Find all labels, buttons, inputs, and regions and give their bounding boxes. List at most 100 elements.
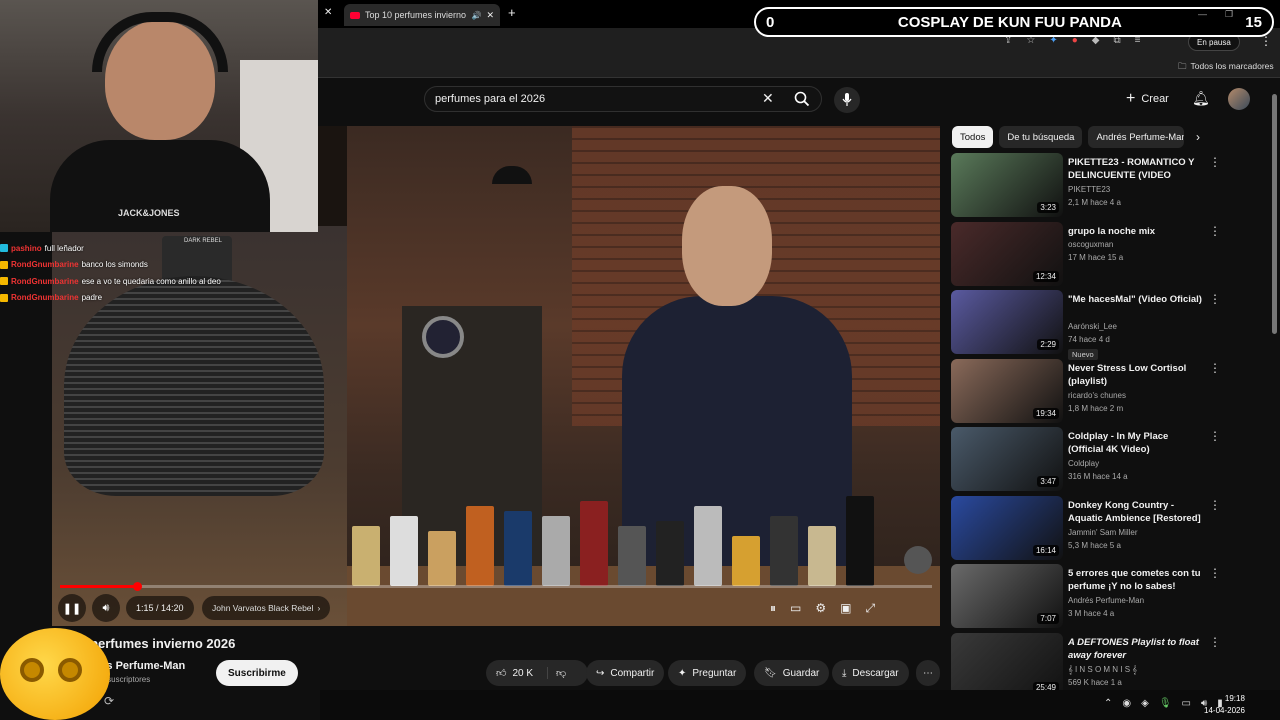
volume-button[interactable]: 🔊︎ xyxy=(92,594,120,622)
recommended-channel[interactable]: oscoguxman xyxy=(1068,240,1113,249)
recommended-channel[interactable]: Aarónski_Lee xyxy=(1068,322,1117,331)
captions-icon[interactable]: ▭ xyxy=(790,601,801,615)
recommended-channel[interactable]: Coldplay xyxy=(1068,459,1099,468)
streamer-webcam: JACK&JONES xyxy=(0,0,318,232)
all-bookmarks-folder[interactable]: 🗀 Todos los marcadores xyxy=(1178,61,1274,75)
more-options-icon[interactable]: ⋮ xyxy=(1209,566,1221,580)
mute-tab-icon[interactable]: 🔊 xyxy=(471,11,481,20)
more-options-icon[interactable]: ⋮ xyxy=(1209,224,1221,238)
discord-icon[interactable]: ◉ xyxy=(1122,698,1131,709)
window-controls[interactable]: — ❐ xyxy=(1198,9,1233,20)
video-thumbnail[interactable]: 3:47 xyxy=(951,427,1063,491)
perfume-bottle xyxy=(542,516,570,586)
video-thumbnail[interactable]: 16:14 xyxy=(951,496,1063,560)
more-options-icon[interactable]: ⋮ xyxy=(1209,429,1221,443)
subscribe-button[interactable]: Suscribirme xyxy=(216,660,298,686)
overlay-right-counter: 15 xyxy=(1245,13,1262,31)
recommended-title[interactable]: Donkey Kong Country - Aquatic Ambience [… xyxy=(1068,499,1206,526)
recommended-channel[interactable]: Jammin' Sam Miller xyxy=(1068,528,1138,537)
video-thumbnail[interactable]: 7:07 xyxy=(951,564,1063,628)
more-actions-button[interactable]: ⋯ xyxy=(916,660,940,686)
recommended-title[interactable]: Coldplay - In My Place (Official 4K Vide… xyxy=(1068,430,1206,456)
settings-gear-icon[interactable]: ⚙︎ xyxy=(815,601,826,615)
minimize-icon[interactable]: — xyxy=(1198,9,1207,20)
clear-search-icon[interactable]: ✕ xyxy=(762,90,774,107)
new-tab-icon[interactable]: + xyxy=(508,5,516,20)
video-duration: 19:34 xyxy=(1032,408,1059,419)
notifications-bell-icon[interactable]: 🔔︎ xyxy=(1192,90,1210,107)
download-button[interactable]: ⤓ Descargar xyxy=(832,660,909,686)
thumbs-down-icon[interactable]: 👎︎ xyxy=(547,667,566,679)
like-count[interactable]: 20 K xyxy=(512,668,533,679)
video-thumbnail[interactable]: 3:23 xyxy=(951,153,1063,217)
recommended-meta: 3 M hace 4 a xyxy=(1068,609,1115,618)
miniplayer-icon[interactable]: ▣ xyxy=(840,601,851,615)
recommended-video[interactable]: 12:34 grupo la noche mix oscoguxman 17 M ha… xyxy=(951,222,1223,286)
more-options-icon[interactable]: ⋮ xyxy=(1209,635,1221,649)
recommended-video[interactable]: 25:49 A DEFTONES Playlist to float away f… xyxy=(951,633,1223,697)
black-rebel-bottle xyxy=(64,276,324,496)
perfume-bottle xyxy=(580,501,608,586)
pause-button[interactable]: ❚❚ xyxy=(58,594,86,622)
recommended-video[interactable]: 2:29 "Me hacesMal" (Video Oficial) Aarónsk… xyxy=(951,290,1223,360)
recommended-video[interactable]: 3:23 PIKETTE23 - ROMANTICO Y DELINCUENTE … xyxy=(951,153,1223,217)
create-button[interactable]: + Crear xyxy=(1126,88,1169,110)
video-thumbnail[interactable]: 12:34 xyxy=(951,222,1063,286)
perfume-bottle xyxy=(656,521,684,586)
scrollbar[interactable] xyxy=(1272,94,1277,334)
autoplay-toggle[interactable]: ⏸︎ xyxy=(770,601,776,616)
account-avatar[interactable] xyxy=(1228,88,1250,110)
share-button[interactable]: ↪ Compartir xyxy=(586,660,665,686)
close-window-icon[interactable]: ✕ xyxy=(324,7,332,18)
video-thumbnail[interactable]: 25:49 xyxy=(951,633,1063,697)
chat-message xyxy=(0,228,320,240)
recommended-title[interactable]: "Me hacesMal" (Video Oficial) xyxy=(1068,293,1206,306)
app-icon[interactable]: ◈ xyxy=(1141,698,1149,709)
fullscreen-icon[interactable]: ⤢ xyxy=(865,601,875,616)
recommended-channel[interactable]: ricardo's chunes xyxy=(1068,391,1126,400)
ask-label: Preguntar xyxy=(692,667,737,679)
chip-from-search[interactable]: De tu búsqueda xyxy=(999,126,1083,148)
close-tab-icon[interactable]: ✕ xyxy=(486,10,494,21)
progress-bar[interactable] xyxy=(60,585,932,588)
recommended-title[interactable]: Never Stress Low Cortisol (playlist) xyxy=(1068,362,1206,388)
youtube-favicon-icon xyxy=(350,11,360,19)
recommended-video[interactable]: 7:07 5 errores que cometes con tu perfume… xyxy=(951,564,1223,628)
ask-button[interactable]: ✦ Preguntar xyxy=(668,660,747,686)
chip-channel[interactable]: Andrés Perfume-Man xyxy=(1088,126,1185,148)
recommended-video[interactable]: 16:14 Donkey Kong Country - Aquatic Ambie… xyxy=(951,496,1223,560)
recommended-title[interactable]: grupo la noche mix xyxy=(1068,225,1206,238)
recommended-channel[interactable]: Andrés Perfume-Man xyxy=(1068,596,1144,605)
recommended-title[interactable]: A DEFTONES Playlist to float away foreve… xyxy=(1068,636,1206,662)
more-options-icon[interactable]: ⋮ xyxy=(1209,155,1221,169)
chip-all[interactable]: Todos xyxy=(952,126,994,148)
chapter-button[interactable]: John Varvatos Black Rebel › xyxy=(202,596,331,620)
video-duration: 3:23 xyxy=(1037,202,1059,213)
chevron-up-icon[interactable]: ⌃ xyxy=(1104,698,1112,709)
channel-watermark-icon[interactable] xyxy=(904,546,932,574)
maximize-icon[interactable]: ❐ xyxy=(1225,9,1233,20)
more-options-icon[interactable]: ⋮ xyxy=(1209,498,1221,512)
recommended-title[interactable]: PIKETTE23 - ROMANTICO Y DELINCUENTE (VID… xyxy=(1068,156,1206,183)
system-clock[interactable]: 19:18 14-04-2026 xyxy=(1204,693,1245,717)
more-options-icon[interactable]: ⋮ xyxy=(1209,292,1221,306)
video-thumbnail[interactable]: 2:29 xyxy=(951,290,1063,354)
recommended-title[interactable]: 5 errores que cometes con tu perfume ¡Y … xyxy=(1068,567,1206,593)
save-button[interactable]: 🔖︎ Guardar xyxy=(754,660,830,686)
recommended-channel[interactable]: 𝄞 I N S O M N I S 𝄞 xyxy=(1068,665,1137,675)
recommended-video[interactable]: 3:47 Coldplay - In My Place (Official 4K … xyxy=(951,427,1223,491)
recommended-channel[interactable]: PIKETTE23 xyxy=(1068,185,1110,194)
recommended-video[interactable]: 19:34 Never Stress Low Cortisol (playlist… xyxy=(951,359,1223,423)
microphone-icon[interactable]: 🎙︎ xyxy=(1159,698,1172,709)
thumbs-up-icon[interactable]: 👍︎ xyxy=(496,667,506,679)
search-button[interactable] xyxy=(790,88,814,110)
more-options-icon[interactable]: ⋮ xyxy=(1209,361,1221,375)
browser-tab[interactable]: Top 10 perfumes invierno 2 🔊 ✕ xyxy=(344,4,500,26)
voice-search-button[interactable] xyxy=(834,87,860,113)
network-icon[interactable]: ▭ xyxy=(1182,698,1191,709)
plus-icon: + xyxy=(1126,90,1136,107)
chevron-right-icon[interactable]: › xyxy=(1196,130,1200,144)
video-thumbnail[interactable]: 19:34 xyxy=(951,359,1063,423)
app-icon[interactable]: ⟳ xyxy=(104,694,114,708)
progress-scrubber[interactable] xyxy=(132,582,142,591)
